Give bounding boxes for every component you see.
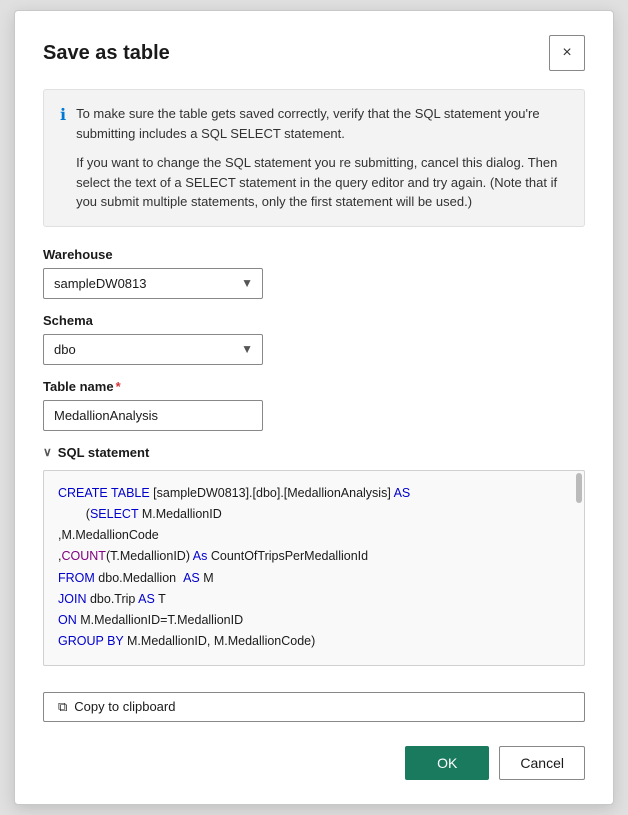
dialog-title: Save as table xyxy=(43,42,170,65)
schema-select[interactable]: dbo xyxy=(43,334,263,365)
warehouse-select-wrapper: sampleDW0813 ▼ xyxy=(43,268,263,299)
sql-line-3: ,M.MedallionCode xyxy=(58,525,570,546)
sql-code-box: CREATE TABLE [sampleDW0813].[dbo].[Medal… xyxy=(43,470,585,666)
warehouse-select[interactable]: sampleDW0813 xyxy=(43,268,263,299)
copy-button-label: Copy to clipboard xyxy=(74,699,175,714)
schema-select-wrapper: dbo ▼ xyxy=(43,334,263,365)
ok-button[interactable]: OK xyxy=(405,746,489,780)
sql-line-2: (SELECT M.MedallionID xyxy=(58,504,570,525)
required-indicator: * xyxy=(116,379,121,394)
sql-section-label: SQL statement xyxy=(58,445,150,460)
sql-line-7: ON M.MedallionID=T.MedallionID xyxy=(58,610,570,631)
copy-icon: ⧉ xyxy=(58,699,67,715)
info-icon: ℹ xyxy=(60,105,66,212)
sql-line-6: JOIN dbo.Trip AS T xyxy=(58,589,570,610)
sql-line-5: FROM dbo.Medallion AS M xyxy=(58,568,570,589)
dialog-header: Save as table × xyxy=(43,35,585,71)
sql-line-1: CREATE TABLE [sampleDW0813].[dbo].[Medal… xyxy=(58,483,570,504)
info-line1: To make sure the table gets saved correc… xyxy=(76,104,568,143)
schema-label: Schema xyxy=(43,313,585,328)
save-as-table-dialog: Save as table × ℹ To make sure the table… xyxy=(14,10,614,805)
sql-line-8: GROUP BY M.MedallionID, M.MedallionCode) xyxy=(58,631,570,652)
scrollbar[interactable] xyxy=(576,473,582,503)
copy-to-clipboard-button[interactable]: ⧉ Copy to clipboard xyxy=(43,692,585,722)
schema-field-group: Schema dbo ▼ xyxy=(43,313,585,365)
info-line2: If you want to change the SQL statement … xyxy=(76,153,568,212)
sql-toggle[interactable]: ∨ SQL statement xyxy=(43,445,585,460)
table-name-label: Table name* xyxy=(43,379,585,394)
info-box: ℹ To make sure the table gets saved corr… xyxy=(43,89,585,227)
sql-section: ∨ SQL statement CREATE TABLE [sampleDW08… xyxy=(43,445,585,666)
table-name-input[interactable] xyxy=(43,400,263,431)
table-name-field-group: Table name* xyxy=(43,379,585,431)
warehouse-label: Warehouse xyxy=(43,247,585,262)
info-text: To make sure the table gets saved correc… xyxy=(76,104,568,212)
close-button[interactable]: × xyxy=(549,35,585,71)
sql-line-4: ,COUNT(T.MedallionID) As CountOfTripsPer… xyxy=(58,546,570,567)
close-icon: × xyxy=(562,44,571,62)
dialog-footer: OK Cancel xyxy=(43,746,585,780)
cancel-button[interactable]: Cancel xyxy=(499,746,585,780)
chevron-down-icon: ∨ xyxy=(43,445,52,459)
warehouse-field-group: Warehouse sampleDW0813 ▼ xyxy=(43,247,585,299)
